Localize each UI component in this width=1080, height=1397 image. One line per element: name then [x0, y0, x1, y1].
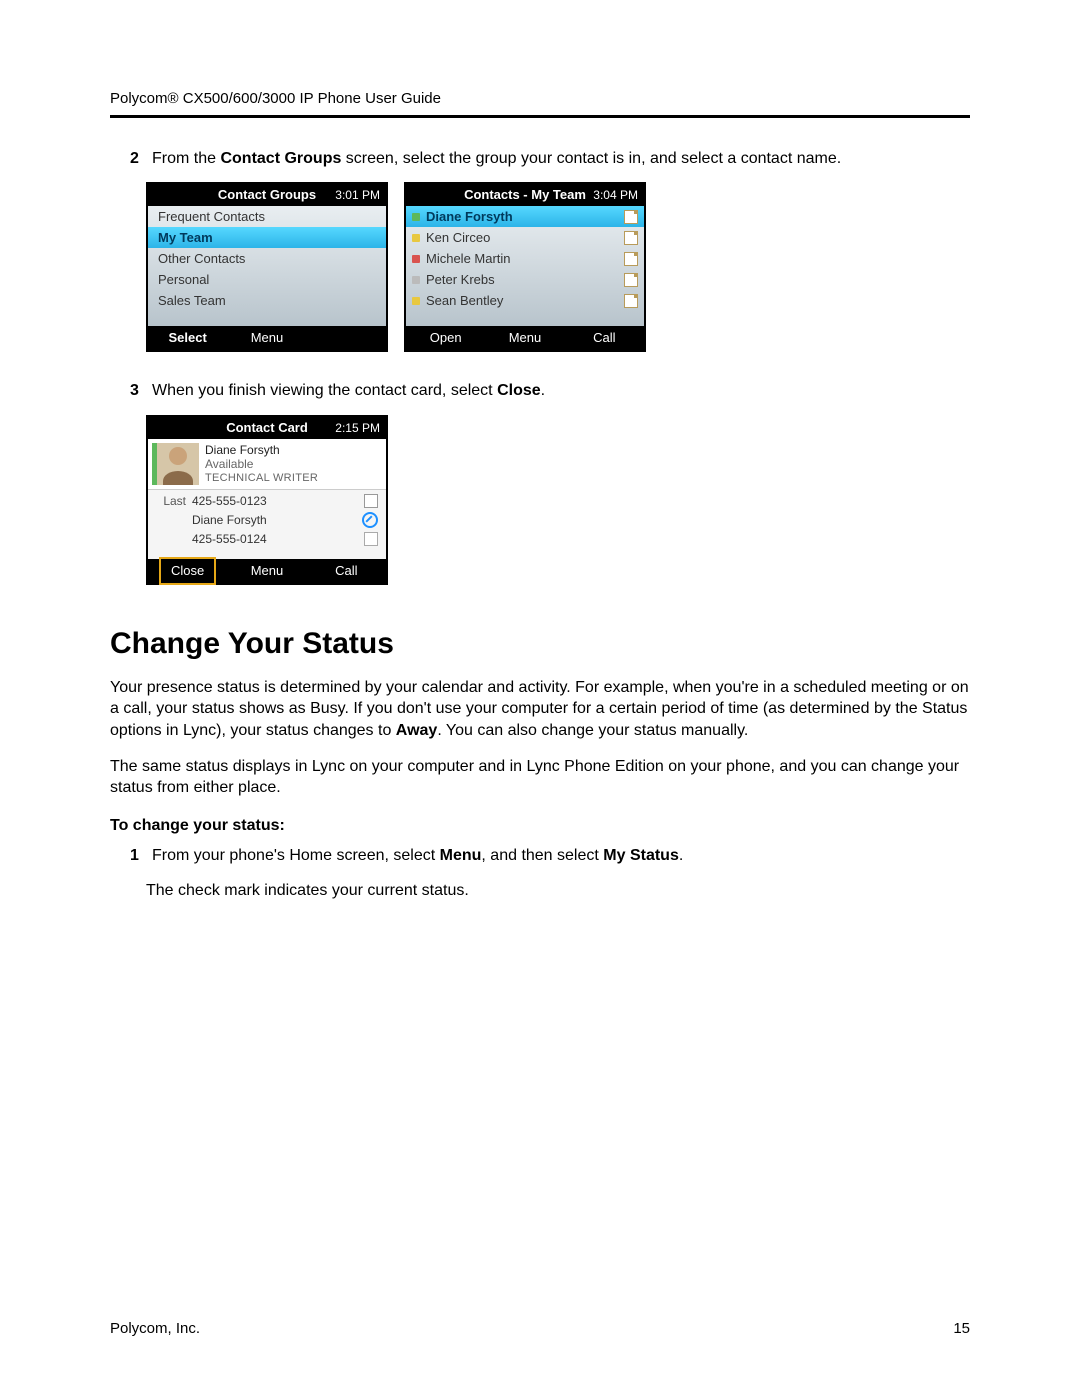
block-icon [362, 512, 378, 528]
contact-card-icon [624, 231, 638, 245]
step-3-number: 3 [130, 380, 144, 402]
card-row-value: 425-555-0124 [192, 532, 358, 546]
section-paragraph-1: Your presence status is determined by yo… [110, 677, 970, 742]
softkey-select[interactable]: Select [148, 326, 227, 350]
screenshots-row-2: Contact Card 2:15 PM Diane Forsyth Avail… [146, 415, 970, 585]
footer-page-number: 15 [953, 1320, 970, 1337]
contact-card-name: Diane Forsyth [205, 443, 318, 457]
screen-contact-groups: Contact Groups 3:01 PM Frequent Contacts… [146, 182, 388, 352]
step-2-number: 2 [130, 148, 144, 170]
page-header: Polycom® CX500/600/3000 IP Phone User Gu… [110, 90, 970, 118]
contact-name: Ken Circeo [426, 230, 618, 245]
screen-body: Frequent Contacts My Team Other Contacts… [148, 206, 386, 326]
screen-body: Diane Forsyth Ken Circeo Michele Martin … [406, 206, 644, 326]
contact-card-role: TECHNICAL WRITER [205, 472, 318, 485]
step-3: 3 When you finish viewing the contact ca… [130, 380, 970, 402]
contact-name: Diane Forsyth [426, 209, 618, 224]
screen-body: Diane Forsyth Available TECHNICAL WRITER… [148, 439, 386, 559]
screen-contact-card: Contact Card 2:15 PM Diane Forsyth Avail… [146, 415, 388, 585]
presence-icon [412, 276, 420, 284]
contact-name: Sean Bentley [426, 293, 618, 308]
screen-header: Contact Card 2:15 PM [148, 417, 386, 439]
presence-icon [412, 234, 420, 242]
softkey-bar: Open Menu Call [406, 326, 644, 350]
softkey-menu[interactable]: Menu [485, 326, 564, 350]
substep-1-number: 1 [130, 845, 144, 867]
contact-item[interactable]: Ken Circeo [406, 227, 644, 248]
footer-company: Polycom, Inc. [110, 1320, 200, 1337]
list-item[interactable]: Personal [148, 269, 386, 290]
screen-time: 3:04 PM [593, 184, 638, 206]
header-title: Polycom® CX500/600/3000 IP Phone User Gu… [110, 90, 441, 107]
contact-card-icon [624, 252, 638, 266]
presence-icon [412, 297, 420, 305]
step-2-text: From the Contact Groups screen, select t… [152, 148, 970, 170]
card-row-value: Diane Forsyth [192, 513, 356, 527]
softkey-call[interactable]: Call [307, 559, 386, 583]
screen-header: Contacts - My Team 3:04 PM [406, 184, 644, 206]
screenshots-row-1: Contact Groups 3:01 PM Frequent Contacts… [146, 182, 970, 352]
screen-time: 2:15 PM [335, 417, 380, 439]
softkey-open[interactable]: Open [406, 326, 485, 350]
section-heading: Change Your Status [110, 627, 970, 661]
card-row[interactable]: 425-555-0124 [148, 530, 386, 548]
softkey-close-highlighted[interactable]: Close [159, 557, 216, 585]
substep-1-text: From your phone's Home screen, select Me… [152, 845, 970, 867]
softkey-bar: Select Menu [148, 326, 386, 350]
screen-header: Contact Groups 3:01 PM [148, 184, 386, 206]
step-3-text: When you finish viewing the contact card… [152, 380, 970, 402]
card-row[interactable]: Diane Forsyth [148, 510, 386, 530]
contact-card-rows: Last 425-555-0123 Diane Forsyth 425-555-… [148, 490, 386, 550]
contact-name: Michele Martin [426, 251, 618, 266]
list-item[interactable]: Frequent Contacts [148, 206, 386, 227]
avatar-icon [152, 443, 199, 485]
card-row-value: 425-555-0123 [192, 494, 358, 508]
screen-contacts-myteam: Contacts - My Team 3:04 PM Diane Forsyth… [404, 182, 646, 352]
contact-card-icon [624, 210, 638, 224]
presence-icon [412, 213, 420, 221]
page-footer: Polycom, Inc. 15 [110, 1320, 970, 1337]
softkey-call[interactable]: Call [565, 326, 644, 350]
contact-card-icon [624, 294, 638, 308]
contact-item[interactable]: Peter Krebs [406, 269, 644, 290]
home-icon [364, 494, 378, 508]
contact-card-status: Available [205, 457, 318, 471]
list-item[interactable]: Other Contacts [148, 248, 386, 269]
step-2: 2 From the Contact Groups screen, select… [130, 148, 970, 170]
contact-item-selected[interactable]: Diane Forsyth [406, 206, 644, 227]
card-row-label: Last [156, 494, 186, 508]
section-paragraph-2: The same status displays in Lync on your… [110, 756, 970, 799]
document-page: Polycom® CX500/600/3000 IP Phone User Gu… [0, 0, 1080, 1397]
substep-1-line2: The check mark indicates your current st… [146, 879, 970, 903]
substep-1: 1 From your phone's Home screen, select … [130, 845, 970, 867]
softkey-empty [307, 326, 386, 350]
contact-name: Peter Krebs [426, 272, 618, 287]
softkey-menu[interactable]: Menu [227, 326, 306, 350]
contact-item[interactable]: Michele Martin [406, 248, 644, 269]
softkey-menu[interactable]: Menu [227, 559, 306, 583]
list-item[interactable]: Sales Team [148, 290, 386, 311]
list-item-selected[interactable]: My Team [148, 227, 386, 248]
contact-item[interactable]: Sean Bentley [406, 290, 644, 311]
contact-card-info: Diane Forsyth Available TECHNICAL WRITER [205, 443, 318, 485]
page-icon [364, 532, 378, 546]
contact-card-header: Diane Forsyth Available TECHNICAL WRITER [148, 439, 386, 490]
screen-time: 3:01 PM [335, 184, 380, 206]
presence-icon [412, 255, 420, 263]
contact-card-icon [624, 273, 638, 287]
card-row[interactable]: Last 425-555-0123 [148, 492, 386, 510]
subheading: To change your status: [110, 817, 970, 835]
softkey-bar: Close Menu Call [148, 559, 386, 583]
